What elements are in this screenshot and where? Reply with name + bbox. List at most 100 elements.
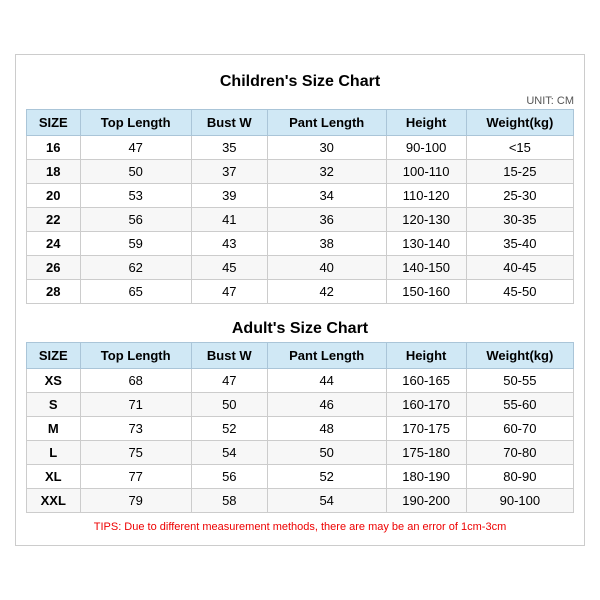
table-cell: 35-40 <box>466 232 573 256</box>
table-cell: 50 <box>80 160 191 184</box>
table-cell: 45 <box>191 256 267 280</box>
col-weight: Weight(kg) <box>466 110 573 136</box>
col-height: Height <box>386 110 466 136</box>
table-row: S715046160-17055-60 <box>27 393 574 417</box>
col-size: SIZE <box>27 110 81 136</box>
table-cell: 53 <box>80 184 191 208</box>
table-cell: 55-60 <box>466 393 573 417</box>
table-cell: 100-110 <box>386 160 466 184</box>
table-cell: 18 <box>27 160 81 184</box>
table-cell: 60-70 <box>466 417 573 441</box>
table-cell: 39 <box>191 184 267 208</box>
table-row: 18503732100-11015-25 <box>27 160 574 184</box>
col-pant-length: Pant Length <box>267 110 386 136</box>
table-cell: 34 <box>267 184 386 208</box>
table-cell: 130-140 <box>386 232 466 256</box>
table-cell: 15-25 <box>466 160 573 184</box>
table-cell: 26 <box>27 256 81 280</box>
table-cell: 90-100 <box>466 489 573 513</box>
table-row: 24594338130-14035-40 <box>27 232 574 256</box>
table-cell: 50 <box>191 393 267 417</box>
children-header-row: SIZE Top Length Bust W Pant Length Heigh… <box>27 110 574 136</box>
adult-col-top-length: Top Length <box>80 343 191 369</box>
table-cell: 70-80 <box>466 441 573 465</box>
table-cell: 79 <box>80 489 191 513</box>
table-cell: 62 <box>80 256 191 280</box>
table-cell: 58 <box>191 489 267 513</box>
table-cell: 35 <box>191 136 267 160</box>
children-table: SIZE Top Length Bust W Pant Length Heigh… <box>26 109 574 304</box>
table-row: XXL795854190-20090-100 <box>27 489 574 513</box>
table-cell: 38 <box>267 232 386 256</box>
table-row: L755450175-18070-80 <box>27 441 574 465</box>
table-row: XS684744160-16550-55 <box>27 369 574 393</box>
table-cell: 20 <box>27 184 81 208</box>
tips-text: TIPS: Due to different measurement metho… <box>26 519 574 535</box>
table-cell: 56 <box>191 465 267 489</box>
adult-header-row: SIZE Top Length Bust W Pant Length Heigh… <box>27 343 574 369</box>
table-cell: 41 <box>191 208 267 232</box>
col-top-length: Top Length <box>80 110 191 136</box>
table-cell: 24 <box>27 232 81 256</box>
table-cell: 160-165 <box>386 369 466 393</box>
table-cell: 80-90 <box>466 465 573 489</box>
table-cell: 54 <box>191 441 267 465</box>
table-cell: 47 <box>191 369 267 393</box>
adult-tbody: XS684744160-16550-55S715046160-17055-60M… <box>27 369 574 513</box>
table-cell: 45-50 <box>466 280 573 304</box>
table-cell: 36 <box>267 208 386 232</box>
table-cell: 175-180 <box>386 441 466 465</box>
table-cell: 75 <box>80 441 191 465</box>
table-cell: 77 <box>80 465 191 489</box>
table-cell: S <box>27 393 81 417</box>
col-bust-w: Bust W <box>191 110 267 136</box>
table-cell: XS <box>27 369 81 393</box>
table-row: 20533934110-12025-30 <box>27 184 574 208</box>
table-cell: 170-175 <box>386 417 466 441</box>
size-chart-container: Children's Size Chart UNIT: CM SIZE Top … <box>15 54 585 546</box>
table-cell: 30-35 <box>466 208 573 232</box>
table-cell: 22 <box>27 208 81 232</box>
table-cell: 40-45 <box>466 256 573 280</box>
table-cell: XXL <box>27 489 81 513</box>
table-cell: 54 <box>267 489 386 513</box>
table-cell: 37 <box>191 160 267 184</box>
table-cell: 150-160 <box>386 280 466 304</box>
adult-col-pant-length: Pant Length <box>267 343 386 369</box>
adult-table: SIZE Top Length Bust W Pant Length Heigh… <box>26 342 574 513</box>
table-cell: 50-55 <box>466 369 573 393</box>
table-cell: 40 <box>267 256 386 280</box>
table-cell: 43 <box>191 232 267 256</box>
table-cell: 50 <box>267 441 386 465</box>
table-cell: 110-120 <box>386 184 466 208</box>
table-row: 1647353090-100<15 <box>27 136 574 160</box>
table-cell: L <box>27 441 81 465</box>
table-cell: 59 <box>80 232 191 256</box>
table-cell: 16 <box>27 136 81 160</box>
table-cell: 48 <box>267 417 386 441</box>
table-cell: 46 <box>267 393 386 417</box>
table-row: 26624540140-15040-45 <box>27 256 574 280</box>
table-cell: 71 <box>80 393 191 417</box>
table-cell: 32 <box>267 160 386 184</box>
adult-col-bust-w: Bust W <box>191 343 267 369</box>
adult-col-weight: Weight(kg) <box>466 343 573 369</box>
table-cell: 140-150 <box>386 256 466 280</box>
table-row: XL775652180-19080-90 <box>27 465 574 489</box>
table-cell: XL <box>27 465 81 489</box>
table-cell: 47 <box>191 280 267 304</box>
table-cell: 44 <box>267 369 386 393</box>
table-cell: 42 <box>267 280 386 304</box>
table-cell: 190-200 <box>386 489 466 513</box>
children-tbody: 1647353090-100<1518503732100-11015-25205… <box>27 136 574 304</box>
table-cell: 120-130 <box>386 208 466 232</box>
unit-label: UNIT: CM <box>26 95 574 107</box>
table-cell: 180-190 <box>386 465 466 489</box>
table-cell: 52 <box>191 417 267 441</box>
table-cell: 56 <box>80 208 191 232</box>
table-cell: 52 <box>267 465 386 489</box>
table-cell: 28 <box>27 280 81 304</box>
table-cell: 90-100 <box>386 136 466 160</box>
table-cell: 160-170 <box>386 393 466 417</box>
adult-col-size: SIZE <box>27 343 81 369</box>
